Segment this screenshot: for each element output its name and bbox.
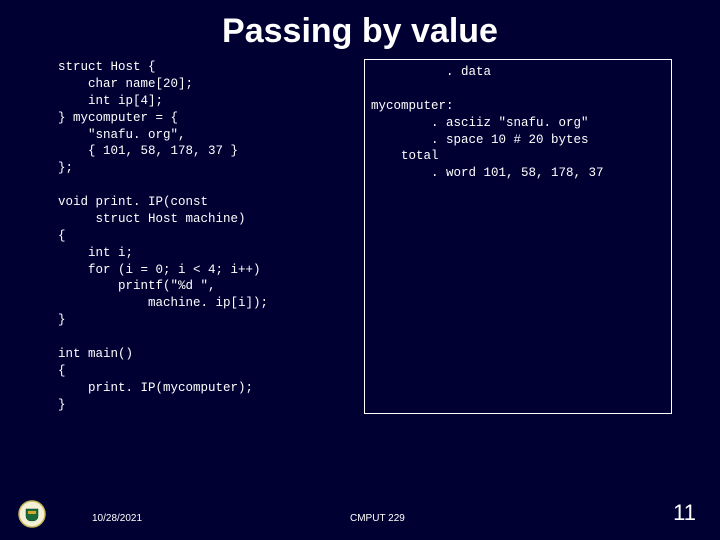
footer-course: CMPUT 229 <box>350 513 405 524</box>
slide-title: Passing by value <box>0 0 720 59</box>
page-number: 11 <box>673 500 696 526</box>
c-code-block: struct Host { char name[20]; int ip[4]; … <box>58 59 352 414</box>
university-logo-icon <box>18 500 46 528</box>
footer-date: 10/28/2021 <box>92 513 142 524</box>
assembly-code-block: . data mycomputer: . asciiz "snafu. org"… <box>364 59 672 414</box>
content-area: struct Host { char name[20]; int ip[4]; … <box>0 59 720 414</box>
footer: 10/28/2021 CMPUT 229 11 <box>0 500 720 528</box>
